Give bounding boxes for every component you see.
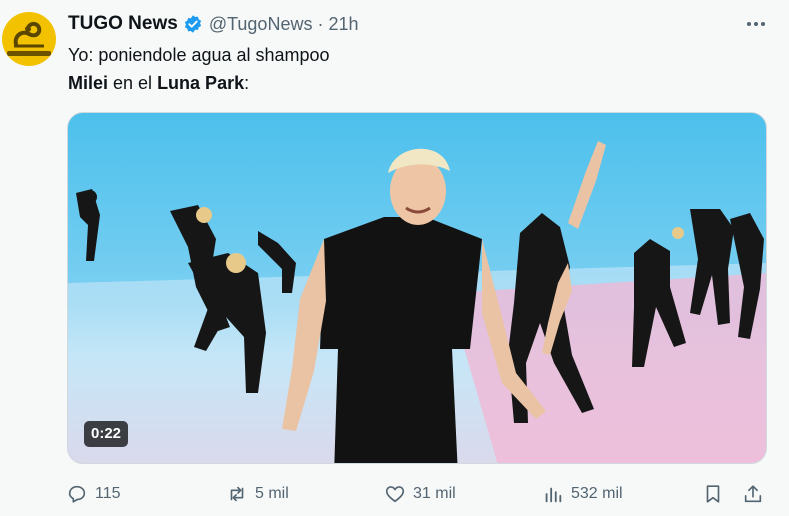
tweet-text-line2: Milei en el Luna Park: — [68, 73, 249, 94]
repost-count: 5 mil — [255, 485, 289, 502]
tweet-text-line1: Yo: poniendole agua al shampoo — [68, 45, 330, 65]
share-button[interactable] — [742, 480, 764, 508]
avatar-motto-strip — [7, 51, 51, 56]
views-chart-icon — [545, 487, 562, 503]
repost-icon — [230, 486, 244, 502]
display-name[interactable]: TUGO News — [68, 13, 178, 35]
video-player[interactable] — [67, 112, 767, 464]
header-separator: · — [317, 13, 324, 34]
tweet-text-bold-luna-park: Luna Park — [157, 73, 245, 93]
tweet-text-connector: en el — [108, 73, 158, 93]
repost-button[interactable]: 5 mil — [226, 480, 289, 508]
like-count: 31 mil — [413, 485, 456, 502]
tweet-actions-bar: 115 5 mil 31 mil 532 mil — [66, 480, 776, 508]
like-button[interactable]: 31 mil — [384, 480, 456, 508]
tweet-timestamp[interactable]: 21h — [328, 14, 358, 35]
reply-icon — [68, 485, 86, 503]
user-handle[interactable]: @TugoNews — [209, 14, 313, 35]
avatar[interactable] — [2, 12, 56, 66]
reply-count: 115 — [95, 485, 121, 502]
bookmark-button[interactable] — [702, 480, 724, 508]
video-frame-image — [68, 141, 766, 463]
gadsden-snake-logo-icon — [13, 21, 44, 48]
share-icon — [744, 485, 762, 503]
verified-badge-icon — [184, 15, 201, 33]
views-button[interactable]: 532 mil — [542, 480, 623, 508]
video-duration-badge: 0:22 — [84, 421, 129, 447]
reply-button[interactable]: 115 — [66, 480, 121, 508]
tweet-text-bold-milei: Milei — [68, 73, 109, 93]
tweet-header: TUGO News @TugoNews · 21h — [68, 12, 359, 36]
bookmark-icon — [706, 485, 720, 503]
tweet-text-colon: : — [244, 73, 250, 93]
views-count: 532 mil — [571, 485, 623, 502]
heart-icon — [385, 486, 405, 503]
more-options-icon[interactable] — [742, 12, 770, 36]
